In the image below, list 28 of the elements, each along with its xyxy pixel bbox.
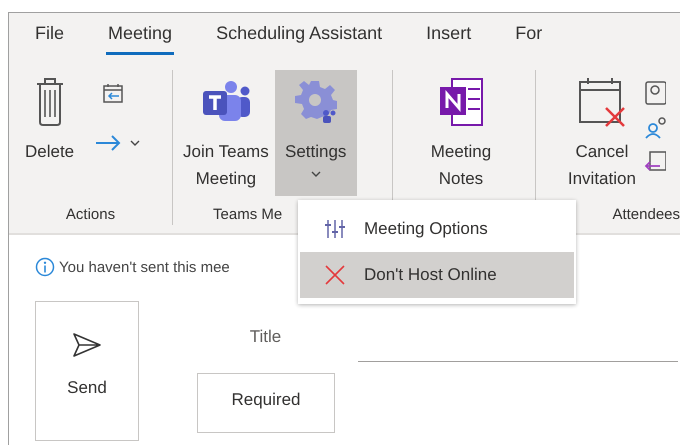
required-button[interactable]: Required [197, 373, 335, 433]
close-icon [324, 265, 346, 285]
group-label: Teams Me [212, 206, 284, 223]
group-label: Attendees [611, 206, 680, 223]
ribbon-tab[interactable]: Scheduling Assistant [214, 14, 384, 54]
people-icon[interactable] [644, 116, 666, 140]
ribbon-tab[interactable]: For [513, 14, 544, 54]
menu-item[interactable]: Meeting Options [300, 206, 574, 252]
settings-button[interactable]: Settings [274, 70, 357, 196]
ribbon-tab[interactable]: Insert [424, 14, 474, 54]
menu-item[interactable]: Don't Host Online [300, 252, 574, 298]
trash-icon [34, 76, 65, 128]
sliders-icon [324, 219, 346, 239]
arrow-left-icon[interactable] [644, 150, 666, 174]
cancel-invitation-button[interactable]: Cancel Invitation [566, 70, 638, 196]
info-icon [35, 257, 55, 277]
join-teams-button[interactable]: Join Teams Meeting [181, 70, 271, 196]
notebook-icon [438, 76, 484, 128]
info-message: You haven't sent this mee [59, 258, 230, 276]
title-label: Title [248, 327, 282, 347]
send-button[interactable]: Send [35, 301, 139, 441]
delete-button[interactable]: Delete [17, 70, 76, 196]
contact-card-icon[interactable] [644, 80, 666, 106]
send-icon [72, 332, 102, 358]
meeting-notes-button[interactable]: Meeting Notes [428, 70, 494, 196]
group-label: Actions [64, 206, 116, 223]
arrow-right-icon [94, 134, 122, 152]
ribbon-tab[interactable]: File [33, 14, 66, 54]
